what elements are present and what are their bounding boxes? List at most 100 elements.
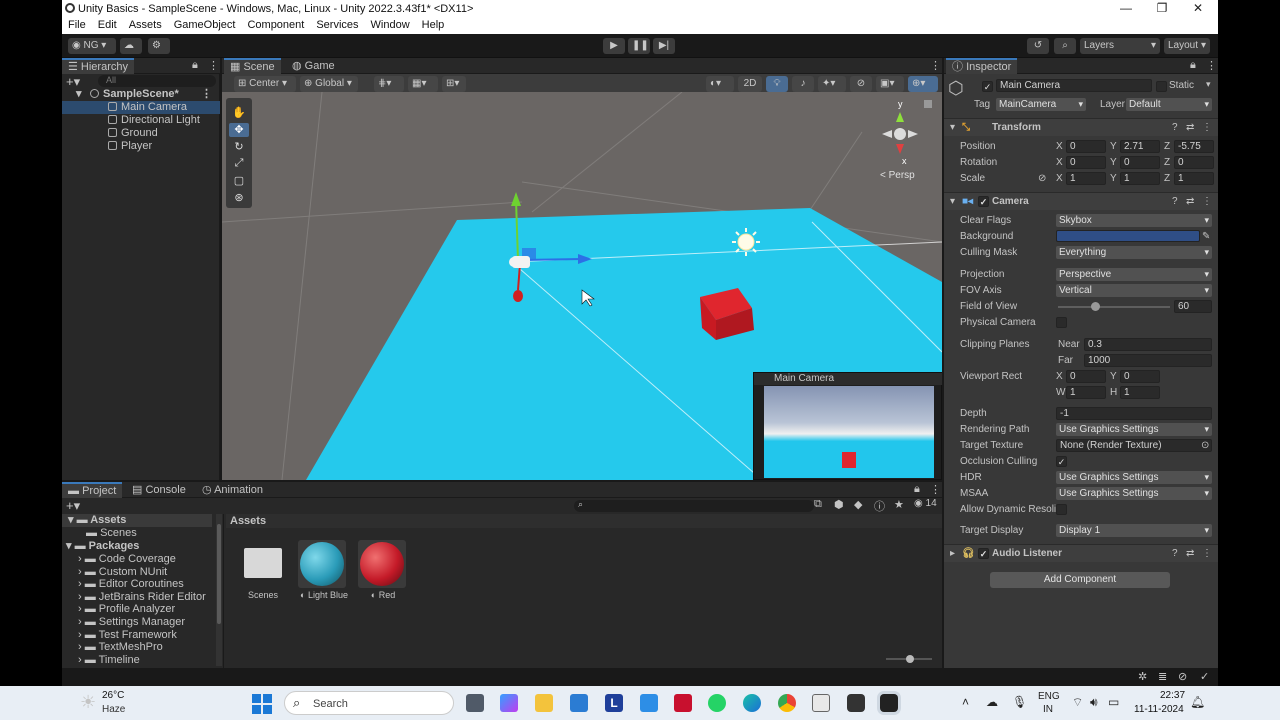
position-z-field[interactable]: -5.75 xyxy=(1174,140,1214,153)
tab-project[interactable]: ▬ Project xyxy=(62,482,123,498)
fov-slider[interactable] xyxy=(1058,302,1170,311)
projection-dropdown[interactable]: Perspective xyxy=(1056,268,1212,281)
volume-icon[interactable]: 🔊︎ xyxy=(1090,695,1098,710)
preset-icon[interactable]: ⇄ xyxy=(1186,545,1194,563)
tab-animation[interactable]: ◷ Animation xyxy=(196,482,269,498)
gizmos-icon[interactable]: ⊕▾ xyxy=(908,76,938,92)
rotation-y-field[interactable]: 0 xyxy=(1120,156,1160,169)
add-asset-icon[interactable]: +▾ xyxy=(66,498,80,514)
transform-header[interactable]: ▾ ⤡ Transform ? ⇄ ⋮ xyxy=(944,118,1218,136)
target-display-dropdown[interactable]: Display 1 xyxy=(1056,524,1212,537)
hierarchy-item-main-camera[interactable]: Main Camera xyxy=(62,101,220,114)
more-icon[interactable]: ⋮ xyxy=(930,483,941,496)
onedrive-icon[interactable]: ☁ xyxy=(986,695,998,709)
msaa-dropdown[interactable]: Use Graphics Settings xyxy=(1056,487,1212,500)
weather-text[interactable]: Haze xyxy=(102,704,125,715)
more-icon[interactable]: ⋮ xyxy=(201,88,212,101)
occlusion-checkbox[interactable]: ✓ xyxy=(1056,456,1067,467)
lighting-icon[interactable]: 💡︎ xyxy=(766,76,788,92)
tab-console[interactable]: ▤ Console xyxy=(126,482,192,498)
rect-tool-icon[interactable]: ▢ xyxy=(229,174,249,188)
active-checkbox[interactable]: ✓ xyxy=(982,81,993,92)
tree-item-package[interactable]: › ▬ Test Framework xyxy=(78,629,206,642)
tab-inspector[interactable]: ⓘ Inspector xyxy=(946,58,1018,74)
cloud-icon[interactable]: ☁ xyxy=(120,38,142,54)
progress-icon[interactable]: ≣ xyxy=(1158,670,1167,683)
hierarchy-search-input[interactable]: All xyxy=(98,75,216,87)
link-icon[interactable]: ⊘ xyxy=(1038,171,1046,186)
tree-item-package[interactable]: › ▬ TextMeshPro xyxy=(78,641,206,654)
language-indicator[interactable]: ENG xyxy=(1038,691,1060,702)
dynamic-res-checkbox[interactable] xyxy=(1056,504,1067,515)
preset-icon[interactable]: ⇄ xyxy=(1186,193,1194,211)
fov-axis-dropdown[interactable]: Vertical xyxy=(1056,284,1212,297)
help-icon[interactable]: ? xyxy=(1172,119,1178,137)
taskbar-search-input[interactable]: ⌕ Search xyxy=(284,691,454,715)
pause-button[interactable]: ❚❚ xyxy=(628,38,650,54)
asset-item-red[interactable]: ◐ Red xyxy=(358,538,408,602)
physical-camera-checkbox[interactable] xyxy=(1056,317,1067,328)
filter-type-icon[interactable]: ⧉ xyxy=(814,498,822,511)
scale-tool-icon[interactable]: ⤢ xyxy=(229,157,249,171)
hdr-dropdown[interactable]: Use Graphics Settings xyxy=(1056,471,1212,484)
clock-time[interactable]: 22:37 xyxy=(1160,690,1185,701)
hierarchy-item-ground[interactable]: Ground xyxy=(62,127,220,140)
lock-icon[interactable]: 🔒︎ xyxy=(914,483,920,496)
shading-mode-icon[interactable]: ◐▾ xyxy=(706,76,734,92)
history-icon[interactable]: ↺ xyxy=(1027,38,1049,54)
space-dropdown[interactable]: ⊕ Global ▾ xyxy=(300,76,358,92)
clock-date[interactable]: 11-11-2024 xyxy=(1134,704,1184,715)
rendering-path-dropdown[interactable]: Use Graphics Settings xyxy=(1056,423,1212,436)
tree-item-scenes[interactable]: ▬ Scenes xyxy=(86,527,137,540)
tree-item-package[interactable]: › ▬ JetBrains Rider Editor xyxy=(78,591,206,604)
hand-tool-icon[interactable]: ✋ xyxy=(229,106,249,120)
store-icon[interactable] xyxy=(570,694,588,712)
chevron-up-icon[interactable]: ˄ xyxy=(962,695,969,709)
app-pen-icon[interactable] xyxy=(640,694,658,712)
tree-assets[interactable]: ▾ ▬ Assets xyxy=(62,514,212,527)
menu-help[interactable]: Help xyxy=(416,18,451,31)
target-texture-field[interactable]: None (Render Texture) xyxy=(1056,439,1212,452)
scale-z-field[interactable]: 1 xyxy=(1174,172,1214,185)
more-icon[interactable]: ⋮ xyxy=(930,59,941,72)
tree-item-package[interactable]: › ▬ Custom NUnit xyxy=(78,566,206,579)
menu-assets[interactable]: Assets xyxy=(123,18,168,31)
toggle-2d-button[interactable]: 2D xyxy=(738,76,762,92)
culling-mask-dropdown[interactable]: Everything xyxy=(1056,246,1212,259)
far-field[interactable]: 1000 xyxy=(1084,354,1212,367)
increment-snap-icon[interactable]: ⊞▾ xyxy=(442,76,466,92)
projection-label[interactable]: < Persp xyxy=(880,170,915,181)
viewport-h-field[interactable]: 1 xyxy=(1120,386,1160,399)
rotate-tool-icon[interactable]: ↻ xyxy=(229,140,249,154)
object-picker-icon[interactable]: ⊙ xyxy=(1201,438,1209,453)
account-dropdown[interactable]: ◉ NG ▾ xyxy=(68,38,116,54)
fov-field[interactable]: 60 xyxy=(1174,300,1212,313)
lock-icon[interactable]: 🔒︎ xyxy=(1190,59,1196,72)
asset-item-scenes[interactable]: Scenes xyxy=(238,538,288,602)
rotation-z-field[interactable]: 0 xyxy=(1174,156,1214,169)
filter-label-icon[interactable]: ⬢ xyxy=(834,498,844,511)
tab-game[interactable]: ◍ Game xyxy=(286,58,341,74)
project-search-input[interactable]: ⌕ xyxy=(574,499,814,512)
app-l-icon[interactable]: L xyxy=(605,694,623,712)
settings-icon[interactable]: ⚙ xyxy=(148,38,170,54)
maximize-button[interactable]: ❐ xyxy=(1144,1,1180,15)
mcafee-icon[interactable] xyxy=(674,694,692,712)
windows-start-icon[interactable] xyxy=(252,694,272,714)
help-icon[interactable]: ? xyxy=(1172,545,1178,563)
menu-file[interactable]: File xyxy=(62,18,92,31)
file-explorer-icon[interactable] xyxy=(535,694,553,712)
add-component-button[interactable]: Add Component xyxy=(990,572,1170,588)
camera-settings-icon[interactable]: ▣▾ xyxy=(876,76,904,92)
asset-item-light-blue[interactable]: ◐ Light Blue xyxy=(298,538,348,602)
rotation-x-field[interactable]: 0 xyxy=(1066,156,1106,169)
breadcrumb[interactable]: Assets xyxy=(226,514,942,528)
viewport-y-field[interactable]: 0 xyxy=(1120,370,1160,383)
task-view-icon[interactable] xyxy=(466,694,484,712)
audio-listener-checkbox[interactable]: ✓ xyxy=(978,548,989,559)
close-button[interactable]: ✕ xyxy=(1180,1,1216,15)
transform-tool-icon[interactable]: ⊛ xyxy=(229,191,249,205)
tree-item-package[interactable]: › ▬ Timeline xyxy=(78,654,206,667)
scene-root[interactable]: ▾ SampleScene* ⋮ xyxy=(62,88,220,101)
wifi-icon[interactable]: ⌔ xyxy=(1072,695,1083,710)
